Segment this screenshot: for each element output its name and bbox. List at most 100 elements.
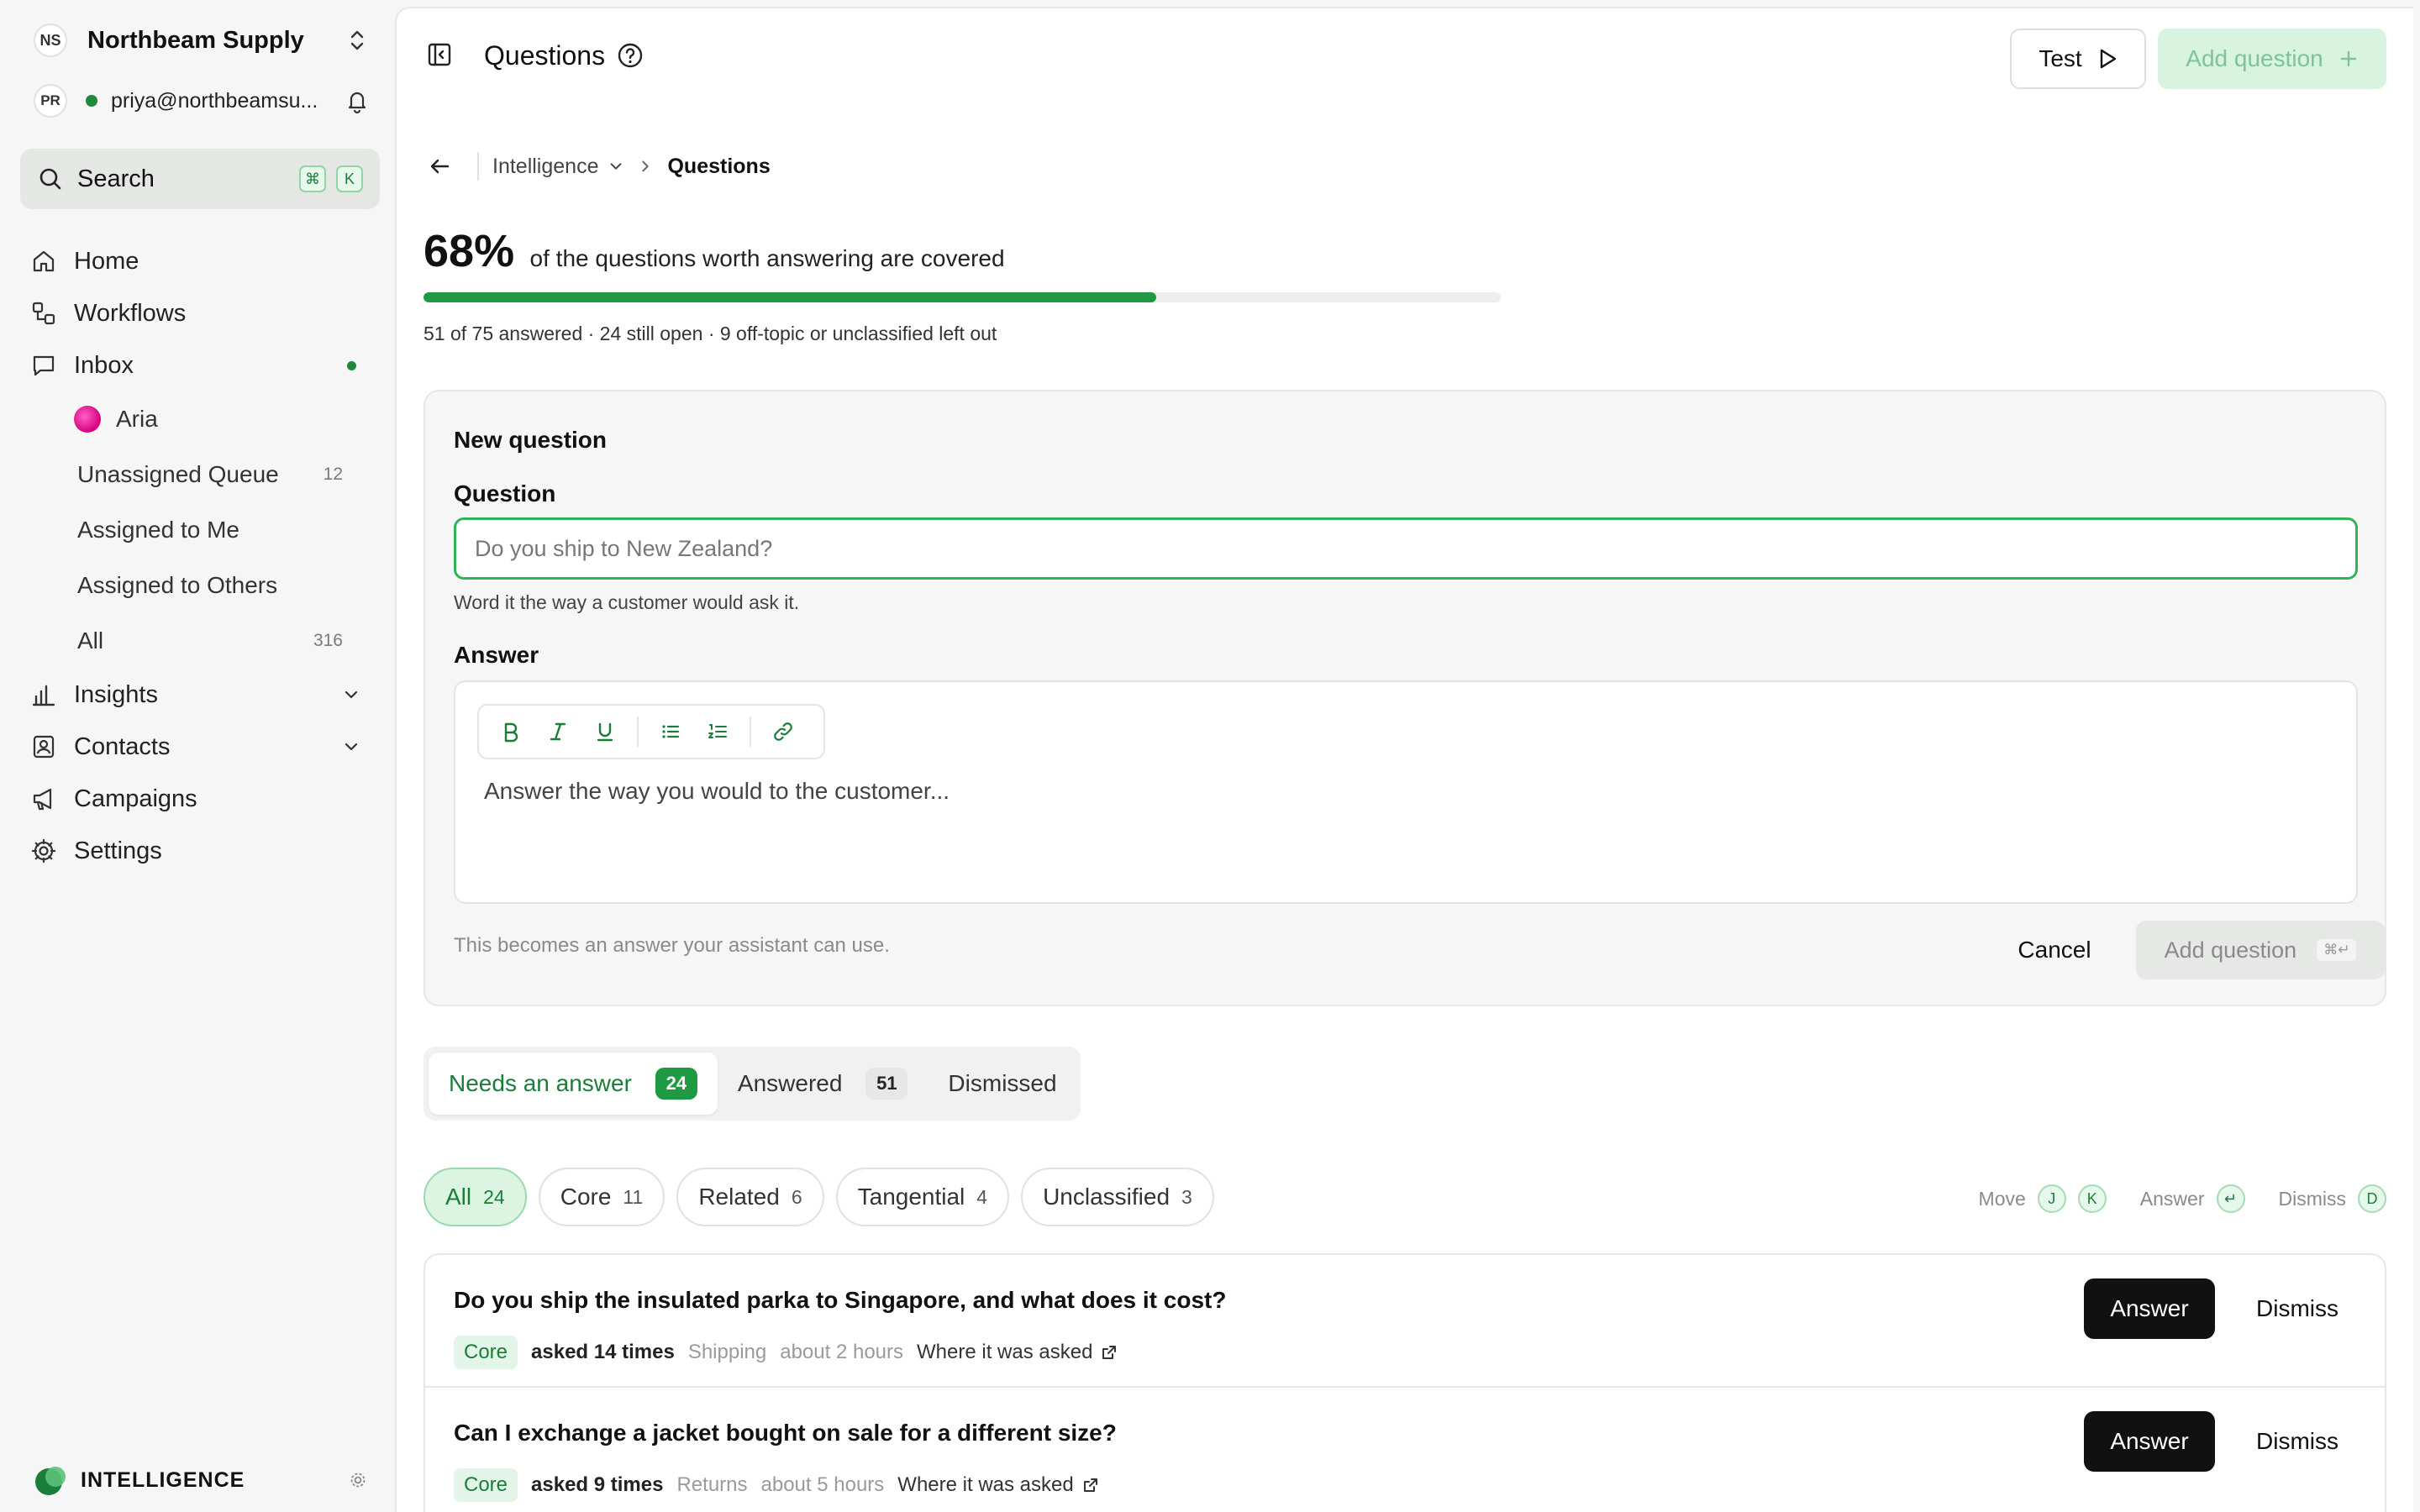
- coverage-percent: 68%: [424, 226, 515, 276]
- coverage-text: of the questions worth answering are cov…: [529, 245, 1005, 271]
- numbered-list-icon[interactable]: [702, 717, 733, 747]
- shortcut-key-k: K: [2077, 1184, 2107, 1213]
- external-link-icon: [1101, 1344, 1118, 1361]
- shortcut-key-enter: ↵: [2216, 1184, 2245, 1213]
- submit-question-button[interactable]: Add question ⌘↵: [2136, 921, 2385, 979]
- search-button[interactable]: Search ⌘ K: [20, 149, 380, 209]
- tab-count-badge: 51: [865, 1068, 908, 1100]
- nav-item-workflows[interactable]: Workflows: [30, 287, 383, 339]
- nav-item-home[interactable]: Home: [30, 235, 383, 287]
- inbox-sub-item-unassigned[interactable]: Unassigned Queue 12: [30, 447, 383, 502]
- aria-avatar: [74, 406, 101, 433]
- answer-button[interactable]: Answer: [2084, 1411, 2215, 1472]
- formatting-toolbar: [477, 704, 825, 759]
- tab-needs-answer[interactable]: Needs an answer 24: [429, 1053, 718, 1115]
- dismiss-button[interactable]: Dismiss: [2230, 1278, 2365, 1339]
- italic-icon[interactable]: [543, 717, 573, 747]
- nav-item-contacts[interactable]: Contacts: [30, 721, 383, 773]
- help-icon[interactable]: [617, 42, 644, 69]
- question-text: Do you ship the insulated parka to Singa…: [454, 1287, 1227, 1313]
- filter-chip-unclassified[interactable]: Unclassified 3: [1021, 1168, 1214, 1226]
- main-panel: Questions Test Add question Intelligence: [395, 7, 2413, 1512]
- nav-label-workflows: Workflows: [74, 299, 187, 327]
- filter-label: Related: [698, 1184, 780, 1210]
- add-question-button[interactable]: Add question: [2158, 29, 2386, 89]
- coverage-breakdown: 51 of 75 answered · 24 still open · 9 of…: [424, 323, 997, 344]
- question-list: Do you ship the insulated parka to Singa…: [424, 1253, 2386, 1512]
- online-status-dot: [86, 95, 97, 107]
- nav-item-inbox[interactable]: Inbox: [30, 339, 383, 391]
- ask-count: asked 9 times: [531, 1473, 664, 1496]
- bold-icon[interactable]: [496, 717, 526, 747]
- breadcrumb-current: Questions: [667, 154, 771, 178]
- coverage-progress-fill: [424, 292, 1156, 302]
- filter-chip-tangential[interactable]: Tangential 4: [835, 1168, 1010, 1226]
- cancel-button[interactable]: Cancel: [1991, 921, 2118, 979]
- external-link-icon: [1082, 1477, 1099, 1494]
- question-input[interactable]: [454, 517, 2358, 580]
- gear-icon[interactable]: [348, 1470, 368, 1490]
- user-row[interactable]: PR priya@northbeamsu...: [34, 84, 370, 118]
- filter-label: Tangential: [857, 1184, 965, 1210]
- nav-item-insights[interactable]: Insights: [30, 669, 383, 721]
- breadcrumb-parent[interactable]: Intelligence: [492, 155, 623, 179]
- nav-item-settings[interactable]: Settings: [30, 825, 383, 877]
- back-arrow-icon[interactable]: [427, 154, 452, 179]
- plus-icon: [2338, 49, 2359, 69]
- question-row[interactable]: Do you ship the insulated parka to Singa…: [425, 1255, 2385, 1388]
- search-icon: [37, 165, 64, 192]
- tab-label: Needs an answer: [449, 1070, 632, 1096]
- where-asked-label: Where it was asked: [917, 1341, 1093, 1363]
- dismiss-button[interactable]: Dismiss: [2230, 1411, 2365, 1472]
- tab-count-badge: 24: [655, 1068, 697, 1100]
- filter-count: 24: [483, 1185, 505, 1208]
- underline-icon[interactable]: [590, 717, 620, 747]
- answer-editor[interactable]: Answer the way you would to the customer…: [454, 680, 2358, 904]
- filter-label: All: [445, 1184, 472, 1210]
- breadcrumb-divider: [477, 152, 479, 181]
- nav-item-campaigns[interactable]: Campaigns: [30, 773, 383, 825]
- bell-icon[interactable]: [345, 87, 370, 114]
- filter-count: 3: [1181, 1185, 1192, 1208]
- where-asked-link[interactable]: Where it was asked: [897, 1473, 1098, 1497]
- ask-count: asked 14 times: [531, 1341, 675, 1363]
- sidebar-collapse-icon[interactable]: [427, 42, 452, 67]
- user-avatar: PR: [34, 84, 67, 118]
- nav-label-home: Home: [74, 247, 139, 275]
- workspace-switcher[interactable]: NS Northbeam Supply: [34, 24, 370, 57]
- filter-count: 4: [976, 1185, 988, 1208]
- question-row[interactable]: Can I exchange a jacket bought on sale f…: [425, 1388, 2385, 1512]
- bullet-list-icon[interactable]: [655, 717, 686, 747]
- inbox-sub-label: Assigned to Me: [77, 517, 239, 543]
- chevron-up-down-icon: [345, 27, 370, 54]
- answer-button[interactable]: Answer: [2084, 1278, 2215, 1339]
- filter-count: 6: [791, 1185, 802, 1208]
- workflow-icon: [30, 300, 57, 327]
- inbox-sub-label: Aria: [116, 406, 158, 432]
- shortcut-key-k: K: [336, 165, 363, 192]
- filter-label: Unclassified: [1043, 1184, 1171, 1210]
- chevron-down-icon: [343, 686, 360, 703]
- submit-question-label: Add question: [2164, 937, 2297, 963]
- time-ago: about 5 hours: [760, 1473, 885, 1496]
- where-asked-link[interactable]: Where it was asked: [917, 1341, 1118, 1364]
- inbox-sub-item-assigned-to-me[interactable]: Assigned to Me: [30, 502, 383, 558]
- filter-chip-all[interactable]: All 24: [424, 1168, 527, 1226]
- tab-answered[interactable]: Answered 51: [718, 1053, 929, 1115]
- filter-chip-core[interactable]: Core 11: [538, 1168, 666, 1226]
- link-icon[interactable]: [768, 717, 798, 747]
- filter-chip-related[interactable]: Related 6: [676, 1168, 824, 1226]
- tab-dismissed[interactable]: Dismissed: [928, 1053, 1076, 1115]
- search-label: Search: [77, 165, 155, 192]
- inbox-sub-item-all[interactable]: All 316: [30, 613, 383, 669]
- inbox-unread-dot: [347, 361, 356, 370]
- test-button[interactable]: Test: [2010, 29, 2146, 89]
- shortcut-dismiss-label: Dismiss: [2278, 1187, 2347, 1210]
- nav-label-settings: Settings: [74, 837, 162, 864]
- inbox-sub-item-assigned-to-others[interactable]: Assigned to Others: [30, 558, 383, 613]
- nav-label-inbox: Inbox: [74, 351, 134, 379]
- inbox-sub-item-aria[interactable]: Aria: [30, 391, 383, 447]
- question-label: Question: [454, 480, 556, 507]
- nav-label-insights: Insights: [74, 680, 158, 708]
- relevance-badge: Core: [454, 1336, 518, 1369]
